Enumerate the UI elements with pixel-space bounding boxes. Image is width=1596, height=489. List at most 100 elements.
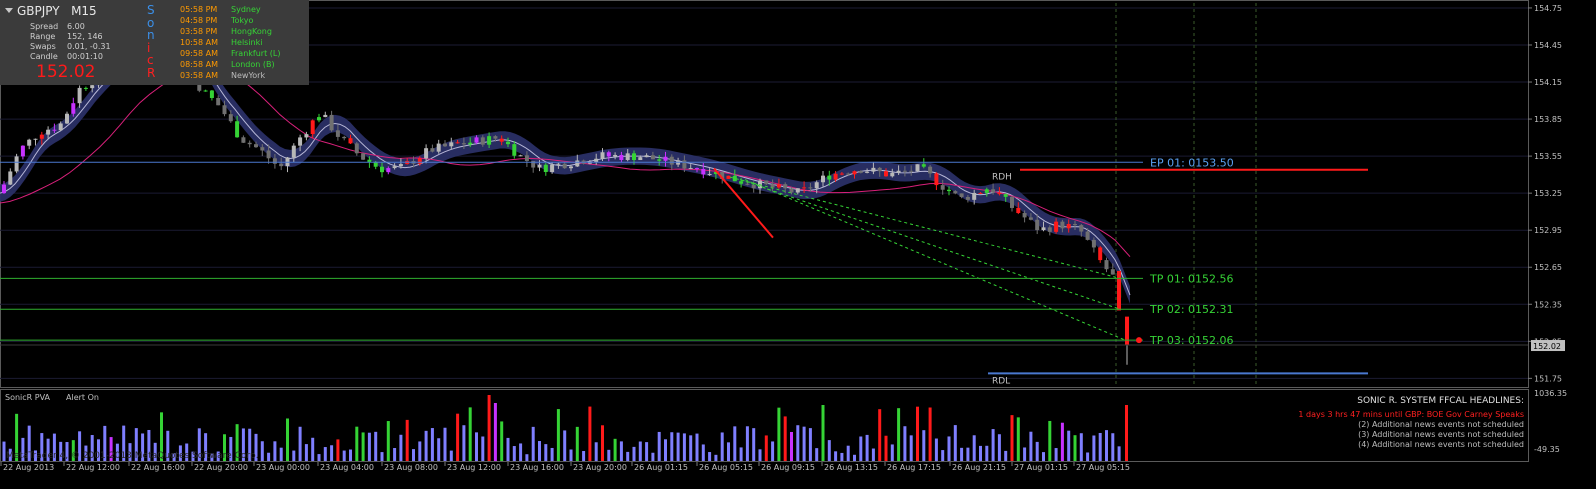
volume-bar xyxy=(922,430,926,461)
volume-bar xyxy=(374,431,378,461)
volume-bar xyxy=(764,435,768,461)
volume-bar xyxy=(1042,452,1045,461)
candle-body xyxy=(83,87,88,89)
volume-bar xyxy=(701,444,705,461)
volume-tick-label: 1036.35 xyxy=(1534,389,1567,398)
volume-bar xyxy=(985,445,989,461)
magenta-ema-line xyxy=(0,66,1131,258)
volume-bar xyxy=(418,441,422,461)
price-tick-label: 152.65 xyxy=(1534,263,1562,272)
volume-bar xyxy=(481,436,485,461)
candle-body xyxy=(298,137,303,146)
candle-body xyxy=(978,192,983,194)
candle-body xyxy=(241,137,246,143)
volume-bar xyxy=(500,421,504,461)
volume-bar xyxy=(632,446,636,461)
candle-body xyxy=(972,192,977,200)
candle xyxy=(83,86,88,91)
candle xyxy=(361,153,366,161)
level-label: EP 01: 0153.50 xyxy=(1150,156,1234,169)
candle-body xyxy=(506,141,510,145)
volume-bar xyxy=(953,425,957,461)
candle-body xyxy=(480,137,485,145)
time-tick-label: 22 Aug 12:00 xyxy=(66,463,120,472)
time-tick-label: 23 Aug 12:00 xyxy=(447,463,501,472)
candle xyxy=(543,162,548,176)
session-city: Frankfurt (L) xyxy=(231,49,281,58)
candle-body xyxy=(606,152,611,157)
volume-bar xyxy=(676,432,680,461)
volume-bar xyxy=(758,449,762,461)
candle-body xyxy=(386,168,391,173)
candle-body xyxy=(272,158,277,164)
session-city: London (B) xyxy=(231,60,275,69)
time-tick-label: 27 Aug 05:15 xyxy=(1076,463,1130,472)
candle-body xyxy=(8,171,13,185)
candle-body xyxy=(808,187,813,189)
candle-body xyxy=(380,166,384,173)
candle-body xyxy=(632,153,636,161)
candle-body xyxy=(625,153,630,160)
price-tick-label: 151.75 xyxy=(1534,374,1562,383)
volume-bar xyxy=(519,443,523,461)
candle-body xyxy=(562,163,567,169)
candle xyxy=(1010,196,1014,212)
candle-body xyxy=(335,130,340,137)
candle-body xyxy=(556,163,561,165)
volume-bar xyxy=(960,447,964,461)
volume-bar xyxy=(424,430,428,461)
dropdown-arrow-icon[interactable] xyxy=(5,8,13,13)
level-label: TP 02: 0152.31 xyxy=(1149,303,1234,316)
volume-bar xyxy=(884,435,888,461)
price-tick-label: 152.35 xyxy=(1534,300,1562,309)
candle-body xyxy=(1098,247,1103,261)
volume-bar xyxy=(443,427,447,461)
volume-bar xyxy=(966,447,970,461)
candle-body xyxy=(682,160,687,169)
candle-body xyxy=(1016,207,1021,214)
candle-body xyxy=(398,164,403,167)
volume-bar xyxy=(897,408,901,461)
candle-body xyxy=(266,150,271,159)
price-tick-label: 153.85 xyxy=(1534,115,1562,124)
candle-body xyxy=(1022,213,1027,218)
candle xyxy=(430,144,435,153)
candle-body xyxy=(291,145,296,158)
volume-bar xyxy=(1029,431,1033,461)
candle-body xyxy=(39,134,44,139)
candle xyxy=(247,140,252,148)
volume-bar xyxy=(777,407,781,461)
candle-body xyxy=(222,105,227,115)
candle-body xyxy=(928,166,933,174)
session-time: 05:58 PM xyxy=(180,5,218,14)
candle-body xyxy=(739,181,744,184)
candle-body xyxy=(1091,239,1096,248)
candle xyxy=(354,141,359,156)
watermark: MetaTrader 4, © 2001-2013 MetaQuotes Sof… xyxy=(6,451,259,461)
candle-body xyxy=(852,171,857,175)
volume-bar xyxy=(1010,415,1014,461)
volume-bar xyxy=(947,436,951,461)
volume-bar xyxy=(928,407,932,461)
candle-body xyxy=(543,164,548,173)
volume-bar xyxy=(437,438,441,461)
candle xyxy=(8,168,13,186)
candle-body xyxy=(795,188,800,193)
volume-bar xyxy=(871,448,875,461)
time-tick-label: 23 Aug 00:00 xyxy=(256,463,310,472)
candle-body xyxy=(575,160,580,167)
candle xyxy=(1098,245,1103,263)
volume-bar xyxy=(569,449,573,461)
volume-bar xyxy=(638,441,642,461)
volume-bar xyxy=(349,449,352,461)
candle-body xyxy=(783,184,788,189)
volume-bar xyxy=(304,444,308,461)
volume-bar xyxy=(601,425,604,461)
candle-body xyxy=(52,129,57,131)
volume-bar xyxy=(361,432,365,461)
price-tick-label: 152.95 xyxy=(1534,226,1562,235)
headlines-title: SONIC R. SYSTEM FFCAL HEADLINES: xyxy=(1357,396,1524,406)
volume-bar xyxy=(682,433,686,461)
volume-bar xyxy=(336,439,340,461)
candle-body xyxy=(228,114,233,122)
